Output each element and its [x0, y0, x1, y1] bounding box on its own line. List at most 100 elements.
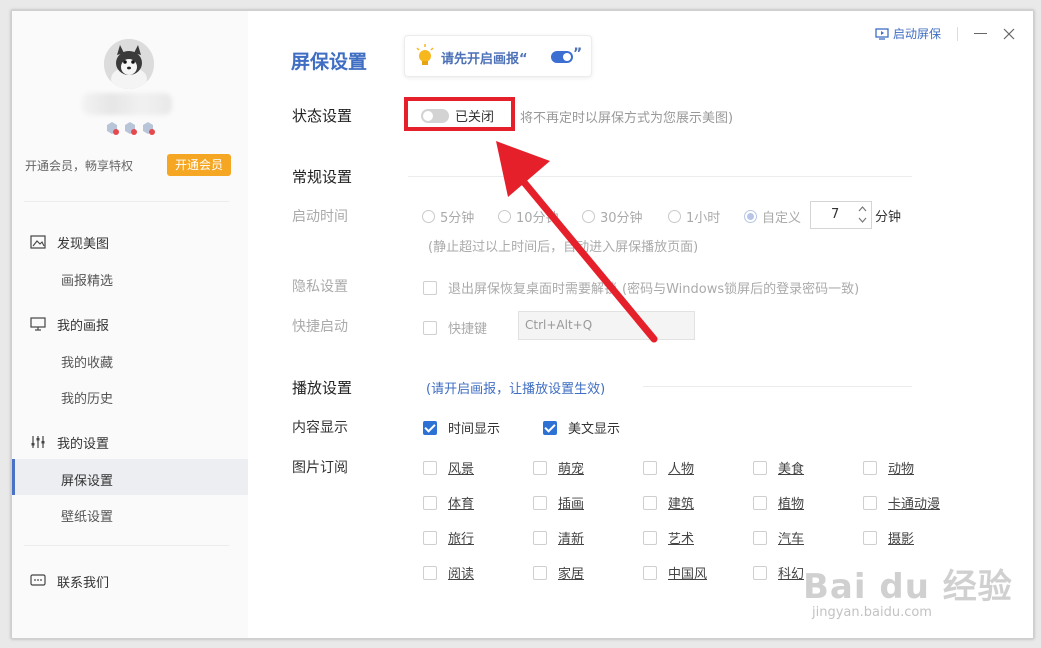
- category-label[interactable]: 科幻: [778, 563, 804, 582]
- category-item[interactable]: 艺术: [643, 528, 694, 547]
- checkbox[interactable]: [863, 530, 877, 545]
- avatar[interactable]: [104, 39, 154, 89]
- checkbox[interactable]: [753, 495, 767, 510]
- nav-active-bg: [12, 459, 248, 495]
- nav-history[interactable]: 我的历史: [61, 388, 113, 407]
- category-item[interactable]: 建筑: [643, 493, 694, 512]
- category-item[interactable]: 体育: [423, 493, 474, 512]
- start-screensaver-label: 启动屏保: [892, 27, 941, 41]
- category-label[interactable]: 插画: [558, 493, 584, 512]
- sliders-icon: [31, 436, 45, 448]
- category-item[interactable]: 萌宠: [533, 458, 584, 477]
- category-item[interactable]: 人物: [643, 458, 694, 477]
- nav-wallpaper[interactable]: 壁纸设置: [61, 506, 113, 525]
- category-label[interactable]: 体育: [448, 493, 474, 512]
- checkbox-checked[interactable]: [423, 420, 437, 435]
- category-label[interactable]: 植物: [778, 493, 804, 512]
- sidebar: 开通会员，畅享特权 开通会员 发现美图 画报精选 我的画报 我的收藏 我的历史 …: [12, 11, 248, 638]
- category-label[interactable]: 美食: [778, 458, 804, 477]
- category-item[interactable]: 动物: [863, 458, 914, 477]
- checkbox[interactable]: [863, 460, 877, 475]
- nav-settings[interactable]: 我的设置: [30, 430, 109, 454]
- radio-5min[interactable]: 5分钟: [422, 207, 474, 226]
- category-label[interactable]: 清新: [558, 528, 584, 547]
- minimize-icon[interactable]: [974, 33, 987, 34]
- nav-contact-label: 联系我们: [57, 575, 110, 591]
- nav-picks[interactable]: 画报精选: [61, 270, 113, 289]
- category-item[interactable]: 家居: [533, 563, 584, 582]
- checkbox[interactable]: [753, 460, 767, 475]
- category-item[interactable]: 风景: [423, 458, 474, 477]
- checkbox[interactable]: [423, 280, 437, 295]
- nav-favorites[interactable]: 我的收藏: [61, 352, 113, 371]
- radio-dot[interactable]: [668, 210, 681, 223]
- play-section-title: 播放设置: [292, 379, 353, 397]
- category-item[interactable]: 汽车: [753, 528, 804, 547]
- category-item[interactable]: 旅行: [423, 528, 474, 547]
- category-label[interactable]: 家居: [558, 563, 584, 582]
- close-icon[interactable]: [1003, 28, 1015, 40]
- time-display-checkbox[interactable]: 时间显示: [423, 418, 500, 437]
- subscription-label: 图片订阅: [292, 460, 348, 476]
- play-hint: (请开启画报，让播放设置生效): [426, 382, 606, 397]
- start-time-label: 启动时间: [292, 209, 348, 225]
- checkbox-checked[interactable]: [543, 420, 557, 435]
- category-item[interactable]: 中国风: [643, 563, 707, 582]
- checkbox[interactable]: [423, 530, 437, 545]
- checkbox[interactable]: [643, 495, 657, 510]
- category-item[interactable]: 植物: [753, 493, 804, 512]
- nav-active-indicator: [12, 459, 15, 495]
- category-label[interactable]: 摄影: [888, 528, 914, 547]
- custom-minutes-stepper[interactable]: 7: [810, 201, 872, 229]
- checkbox[interactable]: [423, 320, 437, 335]
- nav-screensaver[interactable]: 屏保设置: [61, 470, 113, 489]
- checkbox[interactable]: [423, 460, 437, 475]
- checkbox[interactable]: [753, 565, 767, 580]
- checkbox[interactable]: [643, 460, 657, 475]
- radio-custom[interactable]: 自定义: [744, 207, 801, 226]
- nickname-blurred: [82, 93, 172, 115]
- checkbox[interactable]: [533, 460, 547, 475]
- checkbox[interactable]: [863, 495, 877, 510]
- category-item[interactable]: 美食: [753, 458, 804, 477]
- category-label[interactable]: 阅读: [448, 563, 474, 582]
- checkbox[interactable]: [533, 565, 547, 580]
- category-label[interactable]: 旅行: [448, 528, 474, 547]
- start-screensaver-button[interactable]: 启动屏保: [875, 25, 941, 42]
- category-item[interactable]: 插画: [533, 493, 584, 512]
- category-label[interactable]: 汽车: [778, 528, 804, 547]
- nav-discover[interactable]: 发现美图: [30, 230, 109, 254]
- checkbox[interactable]: [533, 495, 547, 510]
- radio-1hour[interactable]: 1小时: [668, 207, 720, 226]
- article-display-checkbox[interactable]: 美文显示: [543, 418, 620, 437]
- radio-dot[interactable]: [744, 210, 757, 223]
- open-vip-button[interactable]: 开通会员: [167, 154, 231, 176]
- category-item[interactable]: 清新: [533, 528, 584, 547]
- category-label[interactable]: 动物: [888, 458, 914, 477]
- checkbox[interactable]: [423, 495, 437, 510]
- checkbox[interactable]: [753, 530, 767, 545]
- radio-dot[interactable]: [422, 210, 435, 223]
- category-label[interactable]: 艺术: [668, 528, 694, 547]
- category-label[interactable]: 卡通动漫: [888, 493, 940, 512]
- category-item[interactable]: 卡通动漫: [863, 493, 940, 512]
- category-item[interactable]: 科幻: [753, 563, 804, 582]
- chevron-down-icon[interactable]: [858, 216, 867, 224]
- nav-contact[interactable]: 联系我们: [30, 569, 109, 593]
- category-item[interactable]: 摄影: [863, 528, 914, 547]
- category-label[interactable]: 风景: [448, 458, 474, 477]
- sidebar-divider: [24, 545, 229, 546]
- checkbox[interactable]: [643, 565, 657, 580]
- checkbox[interactable]: [423, 565, 437, 580]
- chevron-up-icon[interactable]: [858, 205, 867, 213]
- category-label[interactable]: 建筑: [668, 493, 694, 512]
- nav-my-pictorial[interactable]: 我的画报: [30, 312, 109, 336]
- status-label: 状态设置: [292, 107, 353, 125]
- nav-my-pictorial-label: 我的画报: [57, 318, 110, 334]
- category-item[interactable]: 阅读: [423, 563, 474, 582]
- checkbox[interactable]: [533, 530, 547, 545]
- category-label[interactable]: 中国风: [668, 563, 707, 582]
- checkbox[interactable]: [643, 530, 657, 545]
- category-label[interactable]: 人物: [668, 458, 694, 477]
- category-label[interactable]: 萌宠: [558, 458, 584, 477]
